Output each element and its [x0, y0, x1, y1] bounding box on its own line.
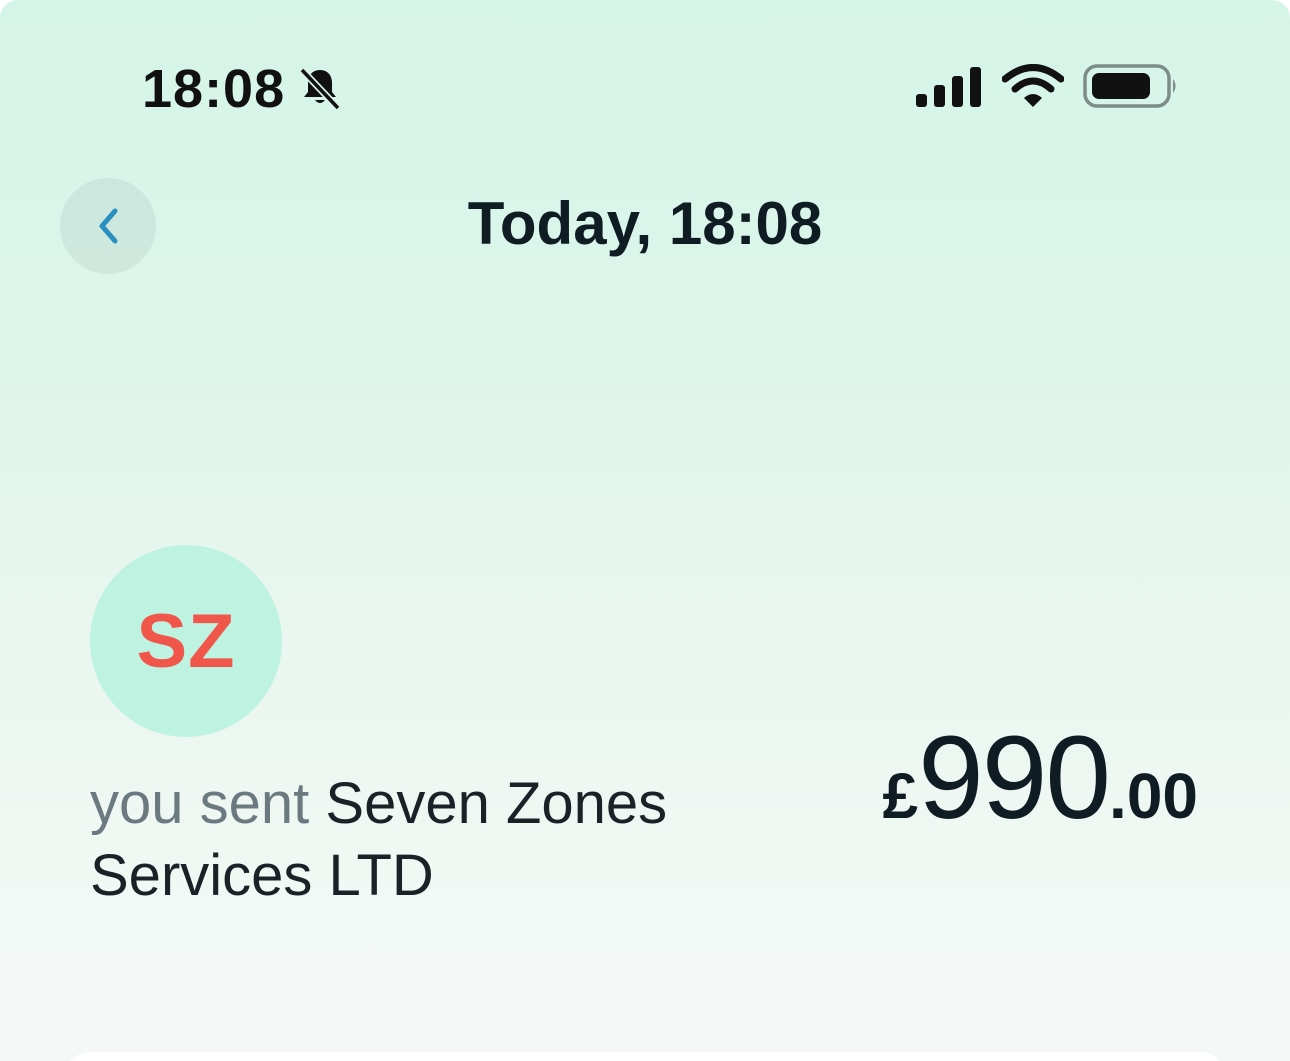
- amount-major: 990: [918, 712, 1111, 844]
- battery-icon: [1083, 64, 1176, 108]
- avatar: SZ: [90, 545, 282, 737]
- wifi-icon: [1002, 64, 1064, 107]
- bell-muted-icon: [299, 67, 341, 111]
- avatar-initials: SZ: [136, 598, 236, 684]
- amount-currency: £: [882, 760, 919, 832]
- transaction-description: you sent Seven Zones Services LTD: [90, 768, 770, 912]
- page-title: Today, 18:08: [467, 190, 823, 257]
- transaction-detail-screen: 18:08 Today, 18:08 SZ you sent Seven Zon…: [0, 0, 1290, 1061]
- amount-minor: .00: [1109, 760, 1198, 832]
- details-card: [64, 1052, 1226, 1061]
- status-time: 18:08: [142, 59, 286, 119]
- description-prefix: you sent: [90, 771, 310, 836]
- transaction-amount: £990.00: [883, 718, 1198, 874]
- cellular-signal-icon: [916, 67, 981, 107]
